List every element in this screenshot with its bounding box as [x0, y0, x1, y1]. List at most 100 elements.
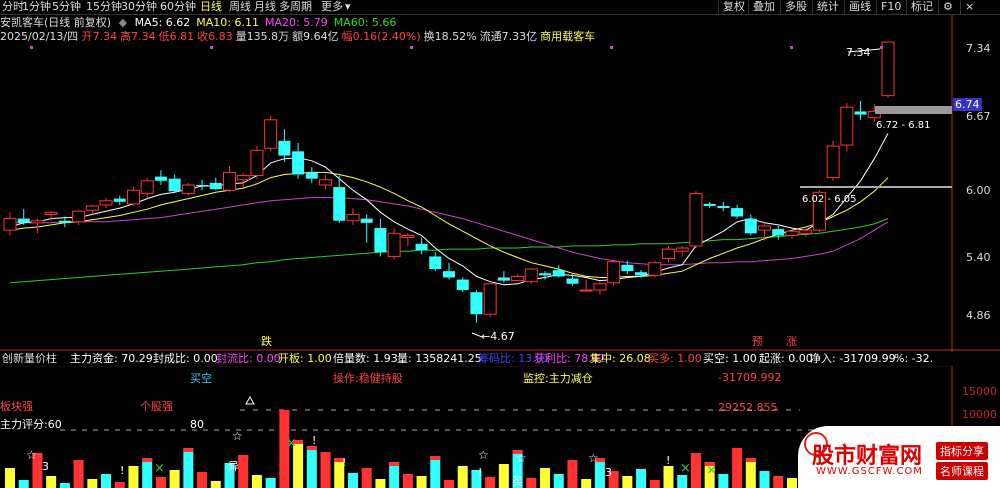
- period-tab-6[interactable]: 日线: [200, 0, 222, 14]
- indicator-item-10: 买多: 1.00: [648, 352, 702, 365]
- candle-body: [785, 230, 799, 236]
- volume-bar: [73, 460, 84, 488]
- toolbar-btn-3[interactable]: 统计: [812, 0, 843, 14]
- volume-bar: [5, 468, 15, 488]
- stock-title[interactable]: 安凯客车(日线 前复权): [0, 16, 111, 29]
- volume-bar: [457, 466, 468, 488]
- header-line1: 安凯客车(日线 前复权) ◆ MA5: 6.62 MA10: 6.11 MA20: …: [0, 16, 402, 30]
- mark-3: 买: [512, 475, 523, 488]
- toolbar-btn-5[interactable]: F10: [876, 0, 905, 14]
- value-label: 29252.855: [718, 401, 778, 414]
- indicator-item-1: 主力资金: 70.29: [70, 352, 153, 365]
- candle-body: [635, 272, 648, 276]
- volume-cap: [183, 448, 194, 452]
- candle-body: [236, 175, 250, 181]
- cross-icon: ×: [154, 461, 165, 476]
- period-tab-7[interactable]: 周线: [229, 0, 251, 14]
- period-tab-8[interactable]: 月线: [254, 0, 276, 14]
- monitor-label: 监控:主力减仓: [523, 371, 593, 385]
- volume-bar: [444, 480, 454, 488]
- ma-legend: MA5: 6.62 MA10: 6.11 MA20: 5.79 MA60: 5.66: [135, 16, 403, 29]
- ma-label-3: MA60: 5.66: [333, 16, 397, 29]
- volume-bar: [416, 476, 427, 488]
- signal-dot: [410, 46, 413, 49]
- toolbar-btn-2[interactable]: 多股: [780, 0, 811, 14]
- candle-body: [140, 180, 154, 194]
- candle-body: [250, 149, 264, 177]
- quote-item-7: 换18.52%: [423, 30, 477, 43]
- exclamation-icon: !: [120, 464, 124, 477]
- candle-body: [689, 192, 703, 247]
- toolbar-btn-1[interactable]: 叠加: [748, 0, 779, 14]
- toolbar-btn-6[interactable]: 标记: [906, 0, 937, 14]
- volume-bar: [485, 477, 496, 488]
- candle-body: [30, 220, 44, 224]
- chart-canvas: 7.34 ←4.67 6.72 - 6.81 6.02 - 6.05 跌 预 涨买空 操作:稳…: [0, 14, 1000, 488]
- close-icon[interactable]: ×: [960, 0, 978, 14]
- quote-item-6: 幅0.16(2.40%): [341, 30, 421, 43]
- current-price-tag: 6.74: [953, 98, 982, 111]
- indicator-item-14: %: -32.: [894, 352, 934, 365]
- candle-body: [333, 187, 346, 221]
- period-tab-0[interactable]: 分时: [2, 0, 24, 14]
- more-dropdown-icon[interactable]: ▾: [345, 0, 351, 14]
- volume-bar: [197, 472, 208, 488]
- period-tab-5[interactable]: 60分钟: [160, 0, 196, 14]
- indicator-item-12: 起涨: 0.00: [759, 352, 813, 365]
- volume-cap: [567, 460, 578, 464]
- quote-item-1: 高7.34: [120, 30, 156, 43]
- candle-body: [524, 268, 538, 283]
- cross-icon: ×: [706, 463, 717, 478]
- period-tab-9[interactable]: 多周期: [279, 0, 312, 14]
- candle-body: [44, 211, 58, 215]
- quote-item-8: 流通7.33亿: [479, 30, 538, 43]
- candle-body: [278, 140, 291, 156]
- star-icon: ☆: [26, 448, 37, 462]
- toolbar-btn-4[interactable]: 画线: [844, 0, 875, 14]
- candle-body: [374, 228, 387, 253]
- volume-bar: [375, 479, 386, 488]
- exclamation-icon: !: [478, 466, 482, 479]
- volume-bar: [745, 458, 756, 488]
- candle-body: [113, 198, 126, 202]
- candle-body: [539, 273, 552, 276]
- volume-bar: [59, 483, 70, 488]
- candle-body: [292, 151, 305, 175]
- candle-body: [72, 210, 86, 223]
- period-tab-3[interactable]: 15分钟: [86, 0, 122, 14]
- period-tab-10[interactable]: 更多: [321, 0, 343, 14]
- candle-body: [881, 41, 895, 97]
- period-tab-4[interactable]: 30分钟: [121, 0, 157, 14]
- mark-2: 异: [228, 460, 239, 473]
- candle-body: [181, 184, 195, 194]
- volume-bar: [114, 482, 125, 488]
- volume-bar: [347, 473, 358, 488]
- volume-bar: [540, 468, 551, 488]
- settings-icon[interactable]: ◆: [119, 16, 127, 29]
- signal-dot: [790, 46, 793, 49]
- candle-body: [17, 218, 30, 223]
- indicator-item-4: 开板: 1.00: [278, 352, 332, 365]
- volume-bar: [677, 475, 688, 488]
- volume-bar: [238, 455, 249, 488]
- quote-item-0: 开7.34: [81, 30, 118, 43]
- limit-down-tag: 跌: [261, 334, 272, 348]
- candle-body: [470, 292, 483, 315]
- toolbar-btn-0[interactable]: 复权: [718, 0, 749, 14]
- candle-body: [429, 256, 442, 270]
- net-value-label: -31709.992: [718, 371, 781, 384]
- candle-body: [799, 229, 813, 234]
- triangle-icon: [245, 395, 255, 405]
- main-score-label: 主力评分:60: [0, 418, 62, 431]
- period-tab-1[interactable]: 1分钟: [22, 0, 51, 14]
- candle-body: [593, 283, 607, 291]
- resistance-band: [875, 106, 952, 114]
- gear-icon[interactable]: ⚙: [938, 0, 957, 14]
- volume-bar: [498, 464, 509, 488]
- quote-item-2: 低6.81: [158, 30, 195, 43]
- volume-cap: [430, 456, 441, 460]
- volume-bar: [183, 448, 194, 488]
- period-tab-2[interactable]: 5分钟: [52, 0, 81, 14]
- candle-body: [566, 278, 579, 284]
- candle-body: [85, 205, 99, 211]
